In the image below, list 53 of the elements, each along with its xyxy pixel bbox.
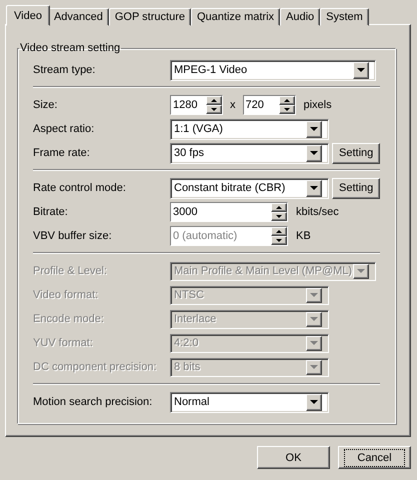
unit-label: KB — [296, 230, 311, 242]
dropdown[interactable]: 1:1 (VGA) — [170, 118, 329, 140]
tab[interactable]: GOP structure — [108, 8, 191, 26]
dropdown[interactable]: 30 fps — [170, 142, 329, 164]
spin-up-button[interactable] — [206, 96, 222, 105]
field-label: Motion search precision: — [33, 396, 154, 408]
field-label: VBV buffer size: — [33, 230, 113, 242]
down-arrow-icon — [276, 215, 282, 218]
field-label: Profile & Level: — [33, 265, 108, 277]
dropdown[interactable]: Constant bitrate (CBR) — [170, 178, 329, 198]
up-arrow-icon — [276, 230, 282, 233]
number-field[interactable]: 0 (automatic) — [170, 226, 288, 246]
dropdown[interactable]: MPEG-1 Video — [170, 60, 376, 80]
field-label: Size: — [33, 99, 58, 111]
field-label: Encode mode: — [33, 313, 105, 325]
unit-label: kbits/sec — [296, 206, 339, 218]
field-label: Stream type: — [33, 64, 96, 76]
field-label: YUV format: — [33, 337, 94, 349]
tab[interactable]: Quantize matrix — [190, 8, 280, 26]
field-label: Bitrate: — [33, 206, 69, 218]
spin-down-button[interactable] — [206, 105, 222, 114]
field-label: Rate control mode: — [33, 182, 127, 194]
spin-up-button[interactable] — [271, 227, 287, 236]
number-field[interactable]: 3000 — [170, 202, 288, 222]
field-label: Aspect ratio: — [33, 123, 96, 135]
dialog-button[interactable]: OK — [257, 446, 330, 469]
down-arrow-icon — [211, 108, 217, 111]
setting-button[interactable]: Setting — [332, 142, 380, 164]
down-arrow-icon — [276, 239, 282, 242]
number-field[interactable]: 720 — [242, 95, 296, 115]
tab[interactable]: Audio — [280, 8, 320, 26]
dropdown[interactable]: Normal — [170, 392, 329, 412]
tab[interactable]: Advanced — [48, 8, 109, 26]
field-label: Video format: — [33, 289, 100, 301]
setting-button[interactable]: Setting — [332, 178, 380, 198]
field-label: DC component precision: — [33, 361, 158, 373]
down-arrow-icon — [284, 108, 290, 111]
spin-down-button[interactable] — [271, 236, 287, 245]
dialog-button[interactable]: Cancel — [338, 446, 411, 469]
number-field[interactable]: 1280 — [170, 95, 223, 115]
tab[interactable]: System — [320, 8, 369, 26]
up-arrow-icon — [284, 99, 290, 102]
times-label: x — [230, 99, 236, 111]
tab[interactable]: Video — [6, 5, 50, 26]
field-label: Frame rate: — [33, 147, 91, 159]
group-title: Video stream setting — [19, 42, 122, 54]
spin-up-button[interactable] — [278, 96, 294, 105]
unit-label: pixels — [304, 99, 332, 111]
spin-up-button[interactable] — [271, 203, 287, 212]
up-arrow-icon — [276, 206, 282, 209]
spin-down-button[interactable] — [278, 105, 294, 114]
up-arrow-icon — [211, 99, 217, 102]
spin-down-button[interactable] — [271, 212, 287, 221]
